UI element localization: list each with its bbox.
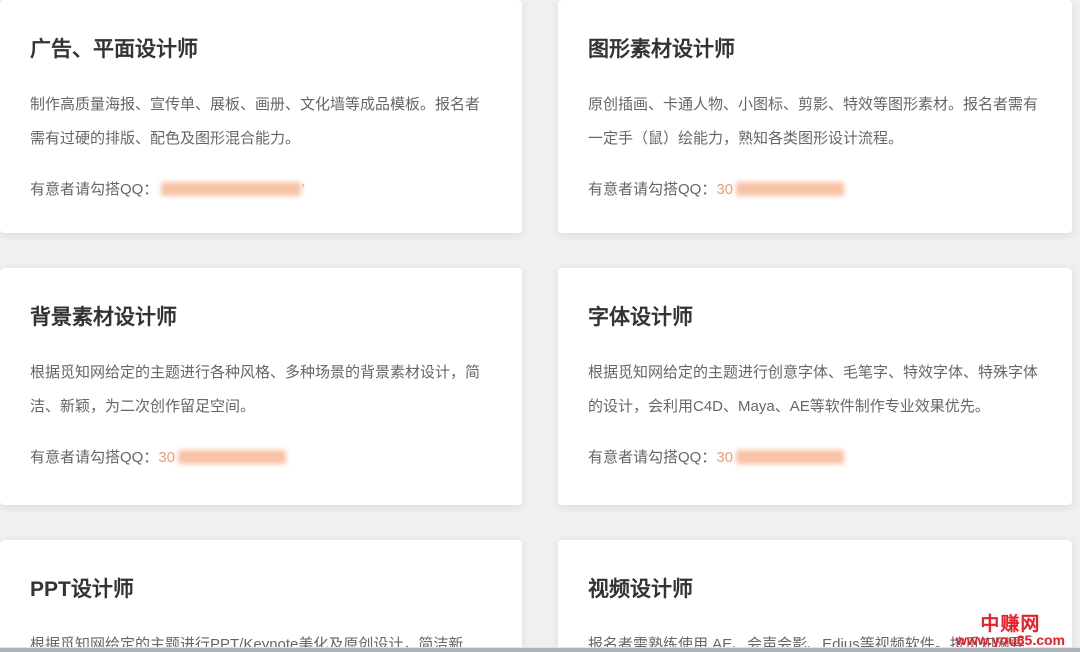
- job-card: 背景素材设计师 根据觅知网给定的主题进行各种风格、多种场景的背景素材设计，简洁、…: [0, 268, 522, 505]
- job-title: 视频设计师: [588, 576, 1042, 603]
- qq-label: 有意者请勾搭QQ：: [588, 181, 716, 198]
- qq-number-blurred: [736, 182, 844, 196]
- qq-number-blurred: [736, 450, 844, 464]
- qq-contact-line: 有意者请勾搭QQ：30: [588, 448, 1042, 468]
- qq-number-prefix: 30: [716, 181, 733, 198]
- qq-contact-line: 有意者请勾搭QQ：30: [588, 180, 1042, 200]
- job-card: 字体设计师 根据觅知网给定的主题进行创意字体、毛笔字、特效字体、特殊字体的设计，…: [558, 268, 1072, 505]
- qq-label: 有意者请勾搭QQ：: [30, 181, 158, 198]
- job-title: 广告、平面设计师: [30, 36, 492, 63]
- job-description: 根据觅知网给定的主题进行创意字体、毛笔字、特效字体、特殊字体的设计，会利用C4D…: [588, 356, 1042, 424]
- job-listing-page: 广告、平面设计师 制作高质量海报、宣传单、展板、画册、文化墙等成品模板。报名者需…: [0, 0, 1080, 652]
- qq-number-tail-mark: ’: [301, 181, 304, 198]
- qq-contact-line: 有意者请勾搭QQ： ’: [30, 180, 492, 200]
- qq-number-blurred: [178, 450, 286, 464]
- job-description: 根据觅知网给定的主题进行各种风格、多种场景的背景素材设计，简洁、新颖，为二次创作…: [30, 356, 492, 424]
- qq-label: 有意者请勾搭QQ：: [30, 449, 158, 466]
- qq-number-prefix: 30: [158, 449, 175, 466]
- job-card: PPT设计师 根据觅知网给定的主题进行PPT/Keynote美化及原创设计，简洁…: [0, 540, 522, 652]
- job-title: 背景素材设计师: [30, 304, 492, 331]
- qq-contact-line: 有意者请勾搭QQ：30: [30, 448, 492, 468]
- job-card: 图形素材设计师 原创插画、卡通人物、小图标、剪影、特效等图形素材。报名者需有一定…: [558, 0, 1072, 233]
- qq-number-blurred: [161, 182, 301, 196]
- job-title: 图形素材设计师: [588, 36, 1042, 63]
- job-title: PPT设计师: [30, 576, 492, 603]
- window-bottom-edge: [0, 647, 1080, 652]
- job-description: 原创插画、卡通人物、小图标、剪影、特效等图形素材。报名者需有一定手（鼠）绘能力，…: [588, 88, 1042, 156]
- job-title: 字体设计师: [588, 304, 1042, 331]
- job-description: 制作高质量海报、宣传单、展板、画册、文化墙等成品模板。报名者需有过硬的排版、配色…: [30, 88, 492, 156]
- job-card: 广告、平面设计师 制作高质量海报、宣传单、展板、画册、文化墙等成品模板。报名者需…: [0, 0, 522, 233]
- job-card: 视频设计师 报名者需熟练使用 AE、会声会影、Edius等视频软件。按觅知网要: [558, 540, 1072, 652]
- qq-label: 有意者请勾搭QQ：: [588, 449, 716, 466]
- qq-number-prefix: 30: [716, 449, 733, 466]
